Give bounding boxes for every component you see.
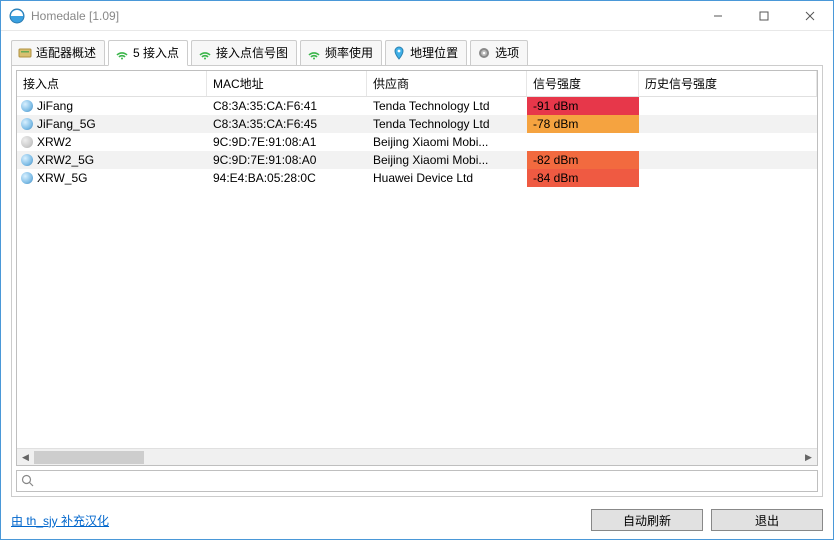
tab-bar: 适配器概述 5 接入点 接入点信号图 频率使用 地理位置 选项 (11, 39, 823, 65)
ap-name: JiFang (37, 97, 73, 115)
history-cell (639, 133, 817, 151)
footer: 由 th_sjy 补充汉化 自动刷新 退出 (1, 503, 833, 539)
column-header-0[interactable]: 接入点 (17, 71, 207, 96)
signal-cell (527, 133, 639, 151)
scroll-left-arrow[interactable]: ◀ (17, 449, 34, 466)
search-input[interactable] (35, 472, 813, 490)
table-row[interactable]: XRW2_5G 9C:9D:7E:91:08:A0Beijing Xiaomi M… (17, 151, 817, 169)
vendor-cell: Tenda Technology Ltd (367, 115, 527, 133)
mac-cell: 9C:9D:7E:91:08:A0 (207, 151, 367, 169)
wifi-status-icon (21, 154, 33, 166)
scroll-track[interactable] (34, 449, 800, 465)
content-area: 适配器概述 5 接入点 接入点信号图 频率使用 地理位置 选项 接入点MAC地址供应商信号… (1, 31, 833, 503)
tab-label: 频率使用 (325, 44, 373, 61)
ap-name-cell: XRW2_5G (17, 151, 207, 169)
grid-header: 接入点MAC地址供应商信号强度历史信号强度 (17, 71, 817, 97)
mac-cell: 9C:9D:7E:91:08:A1 (207, 133, 367, 151)
wifi-status-icon (21, 172, 33, 184)
column-header-2[interactable]: 供应商 (367, 71, 527, 96)
ap-name: XRW2_5G (37, 151, 94, 169)
tab-label: 地理位置 (410, 44, 458, 61)
vendor-cell: Huawei Device Ltd (367, 169, 527, 187)
tab-label: 选项 (495, 44, 519, 61)
table-row[interactable]: XRW2 9C:9D:7E:91:08:A1Beijing Xiaomi Mobi… (17, 133, 817, 151)
grid-body: JiFang C8:3A:35:CA:F6:41Tenda Technology … (17, 97, 817, 448)
vendor-cell: Tenda Technology Ltd (367, 97, 527, 115)
ap-name-cell: JiFang (17, 97, 207, 115)
search-icon (21, 474, 35, 488)
gear-icon (477, 46, 491, 60)
close-button[interactable] (787, 1, 833, 30)
ap-name-cell: XRW_5G (17, 169, 207, 187)
table-row[interactable]: JiFang_5G C8:3A:35:CA:F6:45Tenda Technolo… (17, 115, 817, 133)
wifi-status-icon (21, 118, 33, 130)
window-controls (695, 1, 833, 30)
ap-name: XRW_5G (37, 169, 87, 187)
tab-label: 5 接入点 (133, 44, 179, 61)
history-cell (639, 97, 817, 115)
tab-1[interactable]: 5 接入点 (108, 40, 188, 66)
card-icon (18, 46, 32, 60)
tab-label: 接入点信号图 (216, 44, 288, 61)
access-point-grid: 接入点MAC地址供应商信号强度历史信号强度 JiFang C8:3A:35:CA:… (16, 70, 818, 466)
ap-name-cell: JiFang_5G (17, 115, 207, 133)
ap-name: XRW2 (37, 133, 71, 151)
pin-icon (392, 46, 406, 60)
wifi-green-icon (198, 46, 212, 60)
signal-cell: -84 dBm (527, 169, 639, 187)
active-panel: 接入点MAC地址供应商信号强度历史信号强度 JiFang C8:3A:35:CA:… (11, 65, 823, 497)
vendor-cell: Beijing Xiaomi Mobi... (367, 151, 527, 169)
auto-refresh-button[interactable]: 自动刷新 (591, 509, 703, 531)
app-window: Homedale [1.09] 适配器概述 5 接入点 接入点信号图 频率使用 地理位置… (0, 0, 834, 540)
wifi-status-icon (21, 136, 33, 148)
mac-cell: 94:E4:BA:05:28:0C (207, 169, 367, 187)
horizontal-scrollbar[interactable]: ◀ ▶ (17, 448, 817, 465)
wifi-green-icon (307, 46, 321, 60)
history-cell (639, 151, 817, 169)
tab-label: 适配器概述 (36, 44, 96, 61)
table-row[interactable]: XRW_5G 94:E4:BA:05:28:0CHuawei Device Ltd… (17, 169, 817, 187)
app-icon (9, 8, 25, 24)
tab-5[interactable]: 选项 (470, 40, 528, 66)
wifi-green-icon (115, 46, 129, 60)
minimize-button[interactable] (695, 1, 741, 30)
wifi-status-icon (21, 100, 33, 112)
tab-3[interactable]: 频率使用 (300, 40, 382, 66)
maximize-button[interactable] (741, 1, 787, 30)
mac-cell: C8:3A:35:CA:F6:45 (207, 115, 367, 133)
signal-cell: -91 dBm (527, 97, 639, 115)
mac-cell: C8:3A:35:CA:F6:41 (207, 97, 367, 115)
tab-0[interactable]: 适配器概述 (11, 40, 105, 66)
ap-name-cell: XRW2 (17, 133, 207, 151)
column-header-3[interactable]: 信号强度 (527, 71, 639, 96)
tab-4[interactable]: 地理位置 (385, 40, 467, 66)
window-title: Homedale [1.09] (31, 9, 695, 23)
titlebar: Homedale [1.09] (1, 1, 833, 31)
scroll-thumb[interactable] (34, 451, 144, 464)
column-header-4[interactable]: 历史信号强度 (639, 71, 817, 96)
history-cell (639, 115, 817, 133)
translator-link[interactable]: 由 th_sjy 补充汉化 (11, 512, 109, 529)
search-bar (16, 470, 818, 492)
column-header-1[interactable]: MAC地址 (207, 71, 367, 96)
signal-cell: -78 dBm (527, 115, 639, 133)
ap-name: JiFang_5G (37, 115, 96, 133)
history-cell (639, 169, 817, 187)
scroll-right-arrow[interactable]: ▶ (800, 449, 817, 466)
exit-button[interactable]: 退出 (711, 509, 823, 531)
tab-2[interactable]: 接入点信号图 (191, 40, 297, 66)
table-row[interactable]: JiFang C8:3A:35:CA:F6:41Tenda Technology … (17, 97, 817, 115)
vendor-cell: Beijing Xiaomi Mobi... (367, 133, 527, 151)
signal-cell: -82 dBm (527, 151, 639, 169)
